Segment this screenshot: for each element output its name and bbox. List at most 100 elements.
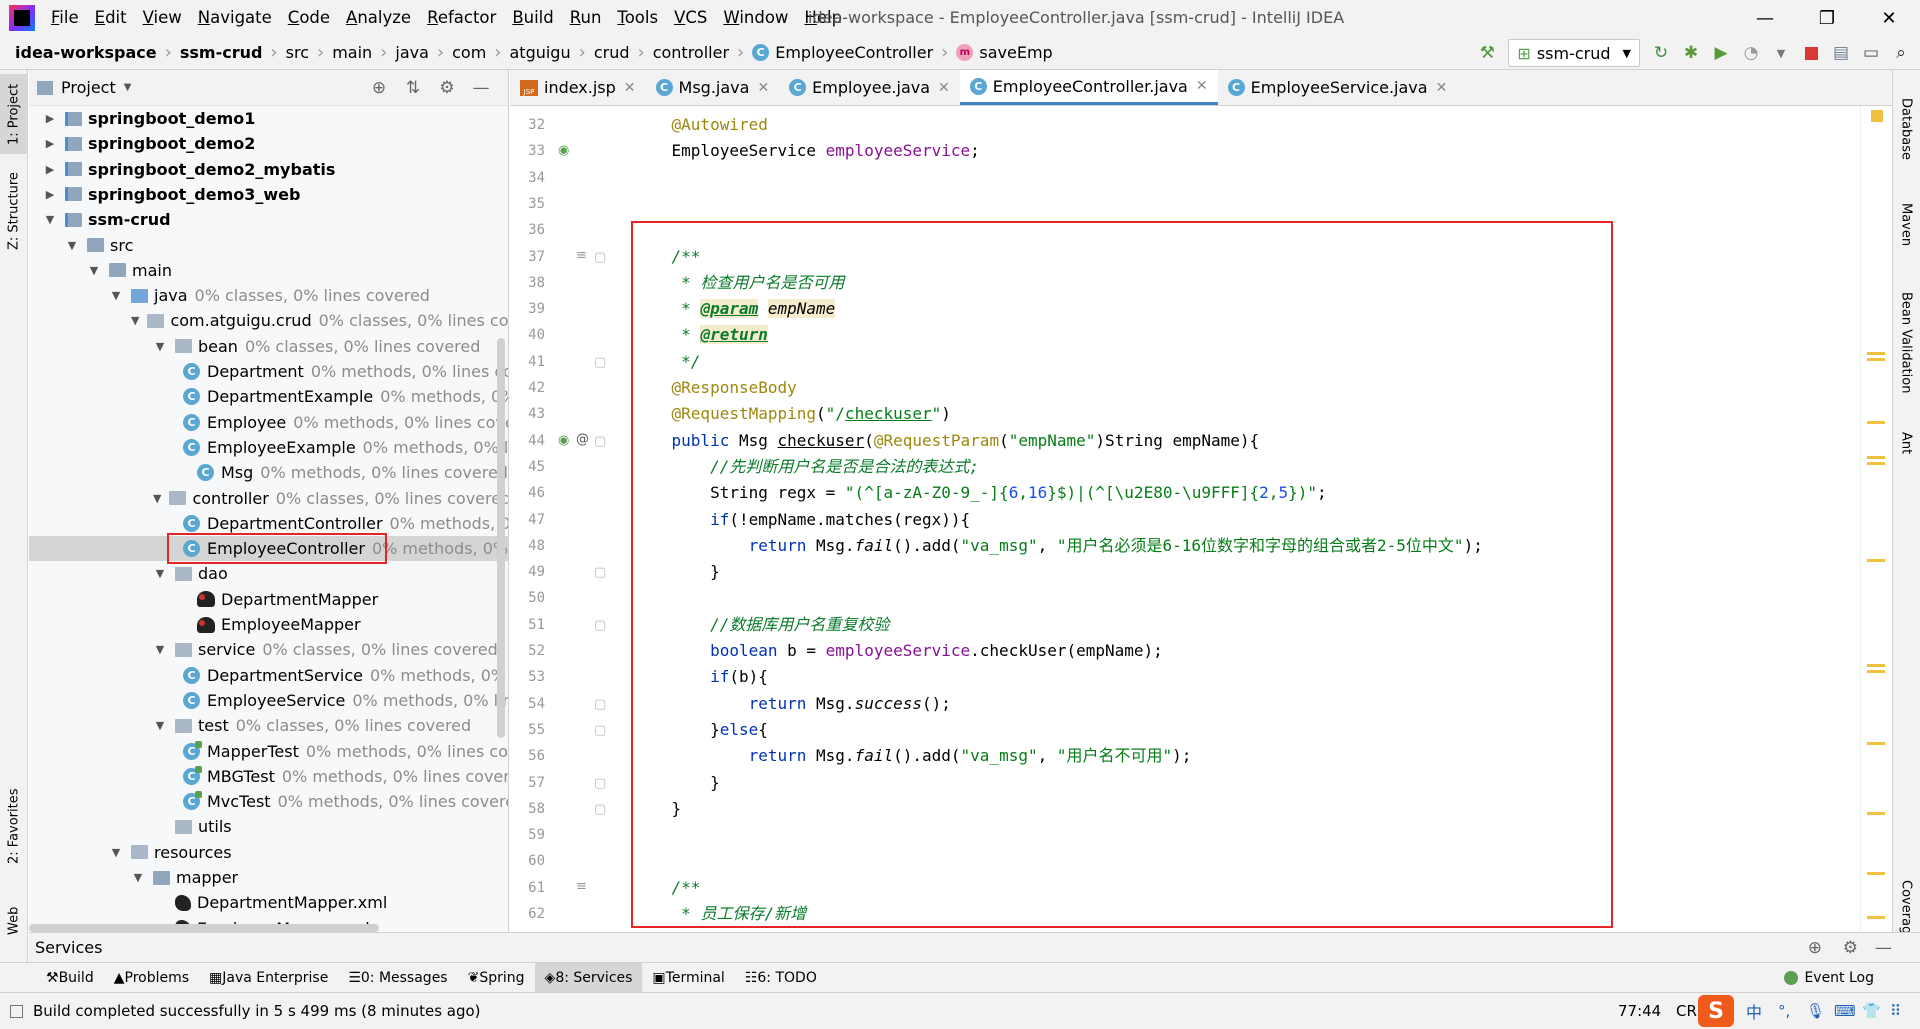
chevron-down-icon[interactable]: ▼: [153, 643, 167, 656]
gear-icon[interactable]: ⚙: [1843, 938, 1858, 958]
gear-icon[interactable]: ⚙: [430, 78, 464, 98]
hide-icon[interactable]: —: [1875, 938, 1892, 958]
breadcrumb-item[interactable]: crud: [594, 43, 630, 62]
close-icon[interactable]: ✕: [1196, 78, 1208, 94]
chevron-down-icon[interactable]: ▼: [131, 871, 145, 884]
ime-language[interactable]: 中: [1746, 999, 1762, 1023]
tab-bean-validation[interactable]: Bean Validation: [1892, 278, 1920, 408]
rerun-icon[interactable]: ↻: [1646, 38, 1676, 68]
run-configuration-select[interactable]: ⊞ ssm-crud ▼: [1508, 39, 1640, 67]
tree-item[interactable]: ▼ controller 0% classes, 0% lines covered: [29, 486, 508, 511]
bottom-tab-8-services[interactable]: ◈ 8: Services: [534, 962, 643, 993]
chevron-down-icon[interactable]: ▼: [109, 289, 123, 302]
minimize-button[interactable]: —: [1734, 0, 1796, 36]
tree-item[interactable]: C MBGTest 0% methods, 0% lines covered: [29, 764, 508, 789]
menu-item-tools[interactable]: Tools: [609, 0, 666, 36]
breadcrumb-item[interactable]: controller: [653, 43, 729, 62]
tree-item[interactable]: C Employee 0% methods, 0% lines covered: [29, 410, 508, 435]
tree-item[interactable]: ▼ resources: [29, 840, 508, 865]
tree-item[interactable]: ▼ src: [29, 233, 508, 258]
grid-icon[interactable]: ⠿: [1890, 1002, 1901, 1020]
chevron-down-icon[interactable]: ▼: [153, 492, 161, 505]
maximize-button[interactable]: ❐: [1796, 0, 1858, 36]
globe-icon[interactable]: ⊕: [1808, 938, 1822, 958]
tree-item[interactable]: ▼ main: [29, 258, 508, 283]
chevron-down-icon[interactable]: ▼: [65, 239, 79, 252]
tree-item[interactable]: utils: [29, 814, 508, 839]
breadcrumb-item[interactable]: m saveEmp: [956, 43, 1053, 62]
project-structure-icon[interactable]: ▤: [1826, 38, 1856, 68]
menu-item-navigate[interactable]: Navigate: [190, 0, 280, 36]
tab-msg-java[interactable]: C Msg.java ✕: [646, 70, 780, 105]
chevron-down-icon[interactable]: ▼: [153, 340, 167, 353]
tab-employeeservice-java[interactable]: C EmployeeService.java ✕: [1218, 70, 1458, 105]
close-icon[interactable]: ✕: [624, 80, 636, 96]
close-icon[interactable]: ✕: [938, 80, 950, 96]
tab-maven[interactable]: Maven: [1892, 190, 1920, 260]
layout-toggle-icon[interactable]: [10, 1004, 23, 1018]
menu-item-edit[interactable]: Edit: [87, 0, 135, 36]
ime-punctuation-icon[interactable]: °,: [1778, 1002, 1790, 1020]
tab-ant[interactable]: Ant: [1892, 418, 1920, 468]
breadcrumb-item[interactable]: idea-workspace: [15, 43, 157, 62]
tree-item[interactable]: ▼ bean 0% classes, 0% lines covered: [29, 334, 508, 359]
tree-item[interactable]: ▼ java 0% classes, 0% lines covered: [29, 283, 508, 308]
event-log-button[interactable]: Event Log: [1774, 963, 1884, 993]
caret-position[interactable]: 77:44: [1618, 1002, 1661, 1020]
breadcrumb-item[interactable]: ssm-crud: [180, 43, 263, 62]
bottom-tab-spring[interactable]: ❦ Spring: [458, 963, 535, 993]
chevron-down-icon[interactable]: ▼: [153, 719, 167, 732]
breadcrumb-item[interactable]: main: [332, 43, 372, 62]
hide-icon[interactable]: —: [464, 78, 498, 98]
debug-bug-icon[interactable]: ✱: [1676, 38, 1706, 68]
project-view-selector[interactable]: Project ▼: [37, 78, 131, 97]
shirt-icon[interactable]: 👕: [1862, 1002, 1881, 1020]
profiler-icon[interactable]: ◔: [1736, 38, 1766, 68]
tab-structure[interactable]: Z: Structure: [0, 156, 28, 266]
tab-project[interactable]: 1: Project: [0, 74, 28, 154]
tree-item[interactable]: ▼ dao: [29, 561, 508, 586]
tree-horizontal-scrollbar[interactable]: [29, 924, 379, 932]
tree-item[interactable]: C EmployeeExample 0% methods, 0% lines cov…: [29, 435, 508, 460]
tree-item[interactable]: ▼ ssm-crud: [29, 207, 508, 232]
tree-item[interactable]: ▼ com.atguigu.crud 0% classes, 0% lines co…: [29, 308, 508, 333]
chevron-right-icon[interactable]: ▶: [43, 137, 57, 150]
menu-item-refactor[interactable]: Refactor: [419, 0, 504, 36]
tree-item[interactable]: DepartmentMapper: [29, 587, 508, 612]
bottom-tab-problems[interactable]: ▲ Problems: [104, 963, 199, 993]
tree-item[interactable]: ▶ springboot_demo2_mybatis: [29, 157, 508, 182]
tree-item[interactable]: ▼ service 0% classes, 0% lines covered: [29, 637, 508, 662]
tab-database[interactable]: Database: [1892, 84, 1920, 174]
chevron-down-icon[interactable]: ▼: [153, 567, 167, 580]
close-window-button[interactable]: ✕: [1858, 0, 1920, 36]
menu-item-code[interactable]: Code: [280, 0, 338, 36]
keyboard-icon[interactable]: ⌨: [1834, 1002, 1856, 1020]
collapse-all-icon[interactable]: ⇅: [396, 78, 430, 98]
breadcrumb-item[interactable]: atguigu: [509, 43, 570, 62]
chevron-down-icon[interactable]: ▼: [87, 264, 101, 277]
tree-scrollbar[interactable]: [497, 338, 505, 738]
breadcrumb-item[interactable]: C EmployeeController: [752, 43, 933, 62]
tab-favorites[interactable]: 2: Favorites: [0, 776, 28, 876]
tree-item[interactable]: C EmployeeService 0% methods, 0% lines cov…: [29, 688, 508, 713]
chevron-right-icon[interactable]: ▶: [43, 112, 57, 125]
tree-item[interactable]: ▶ springboot_demo2: [29, 131, 508, 156]
layout-icon[interactable]: ▭: [1856, 38, 1886, 68]
locate-icon[interactable]: ⊕: [362, 78, 396, 98]
tree-item[interactable]: C Msg 0% methods, 0% lines covered: [29, 460, 508, 485]
build-hammer-icon[interactable]: ⚒: [1472, 38, 1502, 68]
menu-item-build[interactable]: Build: [504, 0, 561, 36]
bottom-tab-build[interactable]: ⚒ Build: [36, 963, 104, 993]
breadcrumb-item[interactable]: java: [395, 43, 429, 62]
more-run-chevron-icon[interactable]: ▼: [1766, 38, 1796, 68]
chevron-down-icon[interactable]: ▼: [131, 314, 139, 327]
breadcrumb-item[interactable]: com: [452, 43, 486, 62]
tree-item[interactable]: ▶ springboot_demo1: [29, 106, 508, 131]
bottom-tab-0-messages[interactable]: ☰ 0: Messages: [338, 963, 457, 993]
tab-web[interactable]: Web: [0, 896, 28, 946]
tree-item[interactable]: C DepartmentExample 0% methods, 0% lines c…: [29, 384, 508, 409]
close-icon[interactable]: ✕: [1436, 80, 1448, 96]
tree-item[interactable]: DepartmentMapper.xml: [29, 890, 508, 915]
search-icon[interactable]: ⌕: [1886, 38, 1916, 68]
tab-employee-java[interactable]: C Employee.java ✕: [779, 70, 960, 105]
